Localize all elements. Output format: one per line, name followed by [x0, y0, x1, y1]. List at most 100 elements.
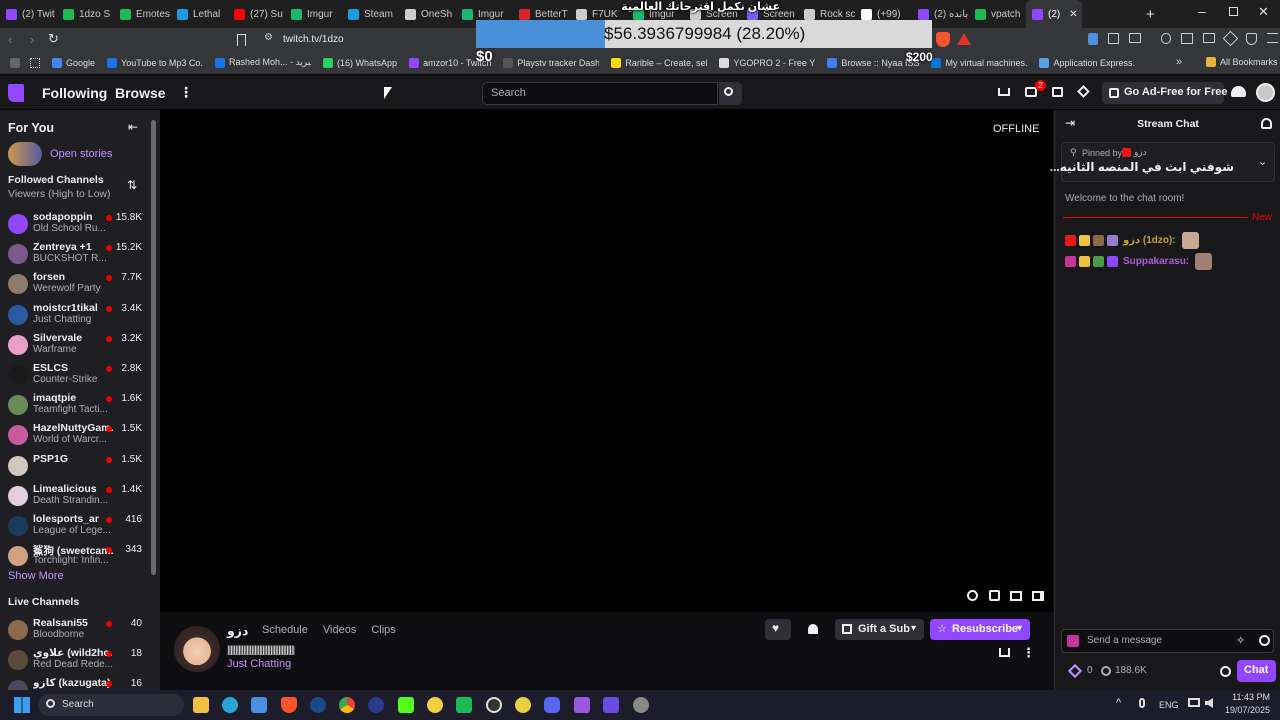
media-player-icon[interactable]: [603, 697, 619, 713]
more-bookmarks-icon[interactable]: »: [1176, 56, 1182, 68]
sidebar-channel[interactable]: Silvervale Warframe 3.2K: [0, 331, 150, 361]
channel-tab-clips[interactable]: Clips: [371, 624, 395, 636]
sidebar-channel[interactable]: Zentreya +1 BUCKSHOT R... 15.2K: [0, 240, 150, 270]
sidebar-channel[interactable]: HazelNuttyGam... World of Warcr... 1.5K: [0, 421, 150, 451]
whispers-icon[interactable]: [1052, 87, 1063, 97]
search-input[interactable]: Search: [482, 82, 718, 105]
collapse-sidebar-icon[interactable]: ⇤: [128, 120, 138, 134]
sort-icon[interactable]: ⇅: [127, 178, 137, 192]
clock-time[interactable]: 11:43 PM: [1220, 692, 1270, 702]
back-icon[interactable]: ‹: [8, 32, 12, 47]
speaker-icon[interactable]: [1088, 33, 1098, 45]
bookmark-item[interactable]: Application Express...: [1033, 57, 1141, 68]
channel-name[interactable]: دزو: [227, 623, 248, 638]
bookmark-item[interactable]: Rarible – Create, sell...: [605, 57, 713, 68]
sidebar-channel[interactable]: Limealicious Death Strandin... 1.4K: [0, 482, 150, 512]
sidebar-channel[interactable]: كازو (kazugata) 16: [0, 676, 150, 690]
settings-app-icon[interactable]: [633, 697, 649, 713]
bookmark-item[interactable]: YGOPRO 2 - Free Yu...: [713, 57, 821, 68]
taskbar-search[interactable]: Search: [38, 694, 184, 716]
menu-icon[interactable]: [1267, 33, 1278, 43]
notifications-button[interactable]: [800, 619, 826, 640]
steam-icon[interactable]: [310, 697, 326, 713]
site-info-icon[interactable]: ⚙: [264, 32, 273, 43]
extension-icons[interactable]: [1088, 30, 1278, 47]
bookmark-item[interactable]: Playstv tracker Dash...: [497, 57, 605, 68]
stories-avatar[interactable]: [8, 142, 42, 166]
community-icon[interactable]: [1261, 118, 1272, 129]
browser-tab[interactable]: (2) Twit: [0, 0, 57, 28]
channel-avatar[interactable]: [174, 626, 220, 672]
language-indicator[interactable]: ENG: [1159, 700, 1179, 710]
browser-tab[interactable]: vpatch: [969, 0, 1026, 28]
microphone-icon[interactable]: [1139, 698, 1145, 708]
show-hidden-icons[interactable]: ^: [1116, 697, 1121, 709]
resubscribe-button[interactable]: ☆ Resubscribe ▾: [930, 619, 1030, 640]
user-avatar[interactable]: [1256, 83, 1275, 102]
sidebar-channel[interactable]: 鯊狗 (sweetcam... Torchlight: Infin... 343: [0, 542, 150, 572]
ccleaner-icon[interactable]: [368, 697, 384, 713]
chat-message[interactable]: Suppakarasu:: [1065, 252, 1213, 270]
extensions-icon[interactable]: [1108, 33, 1119, 44]
sidebar-channel[interactable]: PSP1G 1.5K: [0, 452, 150, 482]
clock-date[interactable]: 19/07/2025: [1216, 705, 1270, 715]
nav-following[interactable]: Following: [42, 85, 107, 101]
browser-tab[interactable]: Steam: [342, 0, 399, 28]
browser-tab[interactable]: 1dzo S: [57, 0, 114, 28]
leo-ai-icon[interactable]: [1222, 30, 1239, 47]
channel-tab-videos[interactable]: Videos: [323, 624, 356, 636]
bits-icon[interactable]: [1077, 85, 1090, 98]
brave-icon[interactable]: [281, 697, 297, 713]
wallet-icon[interactable]: [1203, 33, 1215, 43]
crown-icon[interactable]: [998, 88, 1010, 96]
fullscreen-icon[interactable]: [1032, 591, 1044, 601]
sidebar-channel[interactable]: sodapoppin Old School Ru... 15.8K: [0, 210, 150, 240]
sidebar-channel[interactable]: imaqtpie Teamfight Tacti... 1.6K: [0, 391, 150, 421]
store-icon[interactable]: [251, 697, 267, 713]
sidebar-channel[interactable]: Realsani55 Bloodborne 40: [0, 616, 150, 646]
gift-sub-button[interactable]: Gift a Sub ▾: [835, 619, 924, 640]
sidebar-channel[interactable]: ESLCS Counter-Strike 2.8K: [0, 361, 150, 391]
pinned-message[interactable]: ⚲ Pinned by دزو شوفني ابث في المنصه الثا…: [1050, 142, 1275, 182]
bookmark-item[interactable]: My virtual machines...: [925, 57, 1033, 68]
kick-icon[interactable]: [398, 697, 414, 713]
sidebar-channel[interactable]: forsen Werewolf Party 7.7K: [0, 270, 150, 300]
windows-start-icon[interactable]: [14, 697, 30, 713]
screenshot-icon[interactable]: [1129, 33, 1141, 43]
more-options-icon[interactable]: ⋮: [1022, 645, 1035, 661]
chat-input[interactable]: Send a message ✧: [1061, 629, 1274, 653]
vpn-icon[interactable]: [1246, 33, 1257, 45]
browser-tab[interactable]: Imgur: [285, 0, 342, 28]
pencil-app-icon[interactable]: [427, 697, 443, 713]
settings-icon[interactable]: [967, 590, 978, 601]
minimize-icon[interactable]: –: [1198, 3, 1206, 19]
open-stories-link[interactable]: Open stories: [50, 148, 112, 160]
chat-settings-icon[interactable]: [1220, 666, 1231, 677]
show-more-link[interactable]: Show More: [8, 570, 64, 582]
all-bookmarks[interactable]: All Bookmarks: [1200, 57, 1280, 67]
gaming-app-icon[interactable]: [456, 697, 472, 713]
browser-tab[interactable]: OneSh: [399, 0, 456, 28]
video-player[interactable]: OFFLINE: [160, 110, 1053, 612]
discord-icon[interactable]: [544, 697, 560, 713]
forward-icon[interactable]: ›: [30, 32, 34, 47]
volume-icon[interactable]: [1205, 698, 1213, 708]
prime-icon[interactable]: [1231, 86, 1246, 97]
sidebar-toggle-icon[interactable]: [1181, 33, 1193, 44]
maximize-icon[interactable]: [1229, 7, 1238, 16]
stream-category[interactable]: Just Chatting: [227, 658, 291, 670]
share-icon[interactable]: [999, 648, 1010, 657]
browser-tab[interactable]: (27) Su: [228, 0, 285, 28]
media-icon[interactable]: [1161, 33, 1171, 44]
clip-icon[interactable]: [989, 590, 1000, 601]
chat-username[interactable]: دزو (1dzo):: [1123, 235, 1176, 246]
browser-tab[interactable]: (2) ✕: [1026, 0, 1082, 28]
bookmark-item[interactable]: Google: [46, 57, 101, 68]
search-button[interactable]: [719, 82, 742, 105]
grid-icon[interactable]: [30, 57, 40, 68]
sidebar-channel[interactable]: علاوي (wild2ho...Red Dead Rede... 18: [0, 646, 150, 676]
nav-browse[interactable]: Browse: [115, 85, 166, 101]
channel-points-icon[interactable]: [1067, 663, 1083, 679]
sparkle-icon[interactable]: ✧: [1236, 634, 1245, 647]
obs-icon[interactable]: [486, 697, 502, 713]
